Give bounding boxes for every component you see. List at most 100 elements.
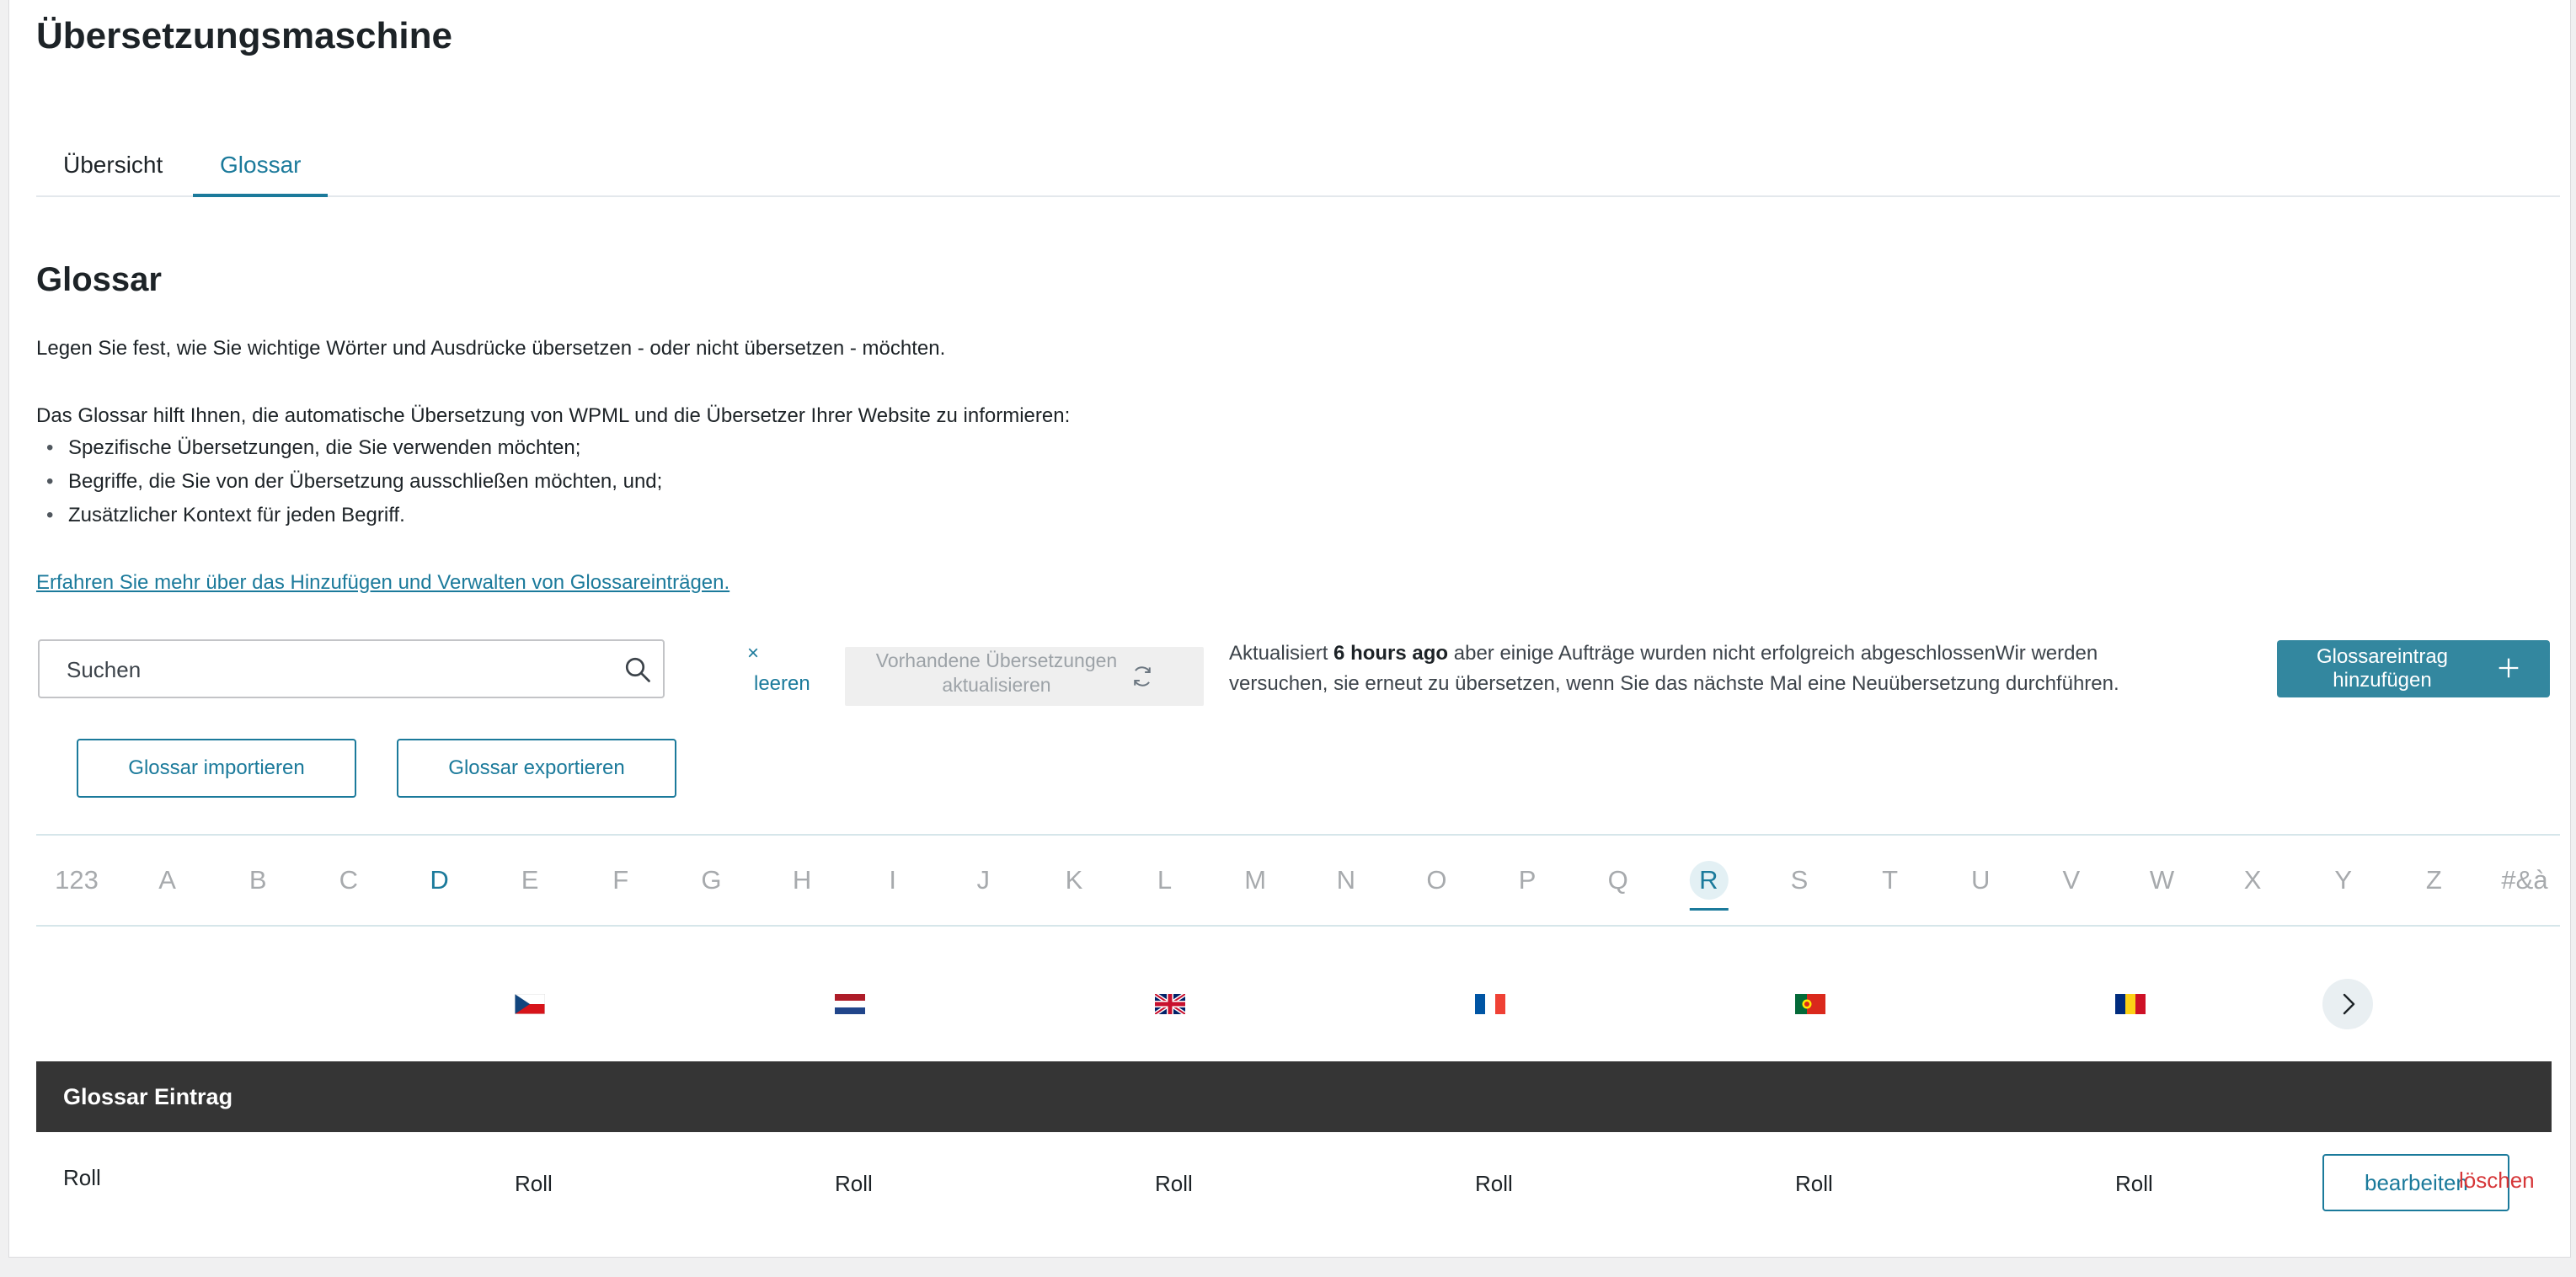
refresh-translations-label: Vorhandene Übersetzungen aktualisieren bbox=[875, 649, 1118, 696]
czech-flag-icon bbox=[515, 994, 545, 1014]
alphabet-letter-q[interactable]: Q bbox=[1608, 836, 1628, 925]
alphabet-letter-label: P bbox=[1518, 865, 1537, 895]
alphabet-letter-u[interactable]: U bbox=[1971, 836, 1990, 925]
alphabet-letter-a[interactable]: A bbox=[158, 836, 176, 925]
french-flag-icon bbox=[1475, 994, 1505, 1014]
portuguese-flag-icon bbox=[1795, 994, 1825, 1014]
alphabet-letter-j[interactable]: J bbox=[977, 836, 991, 925]
dutch-flag-icon bbox=[835, 994, 865, 1014]
alphabet-letter-s[interactable]: S bbox=[1791, 836, 1809, 925]
clear-search-button[interactable]: leeren bbox=[754, 672, 810, 696]
search-field bbox=[38, 639, 665, 698]
alphabet-letter-c[interactable]: C bbox=[339, 836, 358, 925]
alphabet-letter-y[interactable]: Y bbox=[2334, 836, 2352, 925]
alphabet-letter-label: R bbox=[1699, 865, 1718, 895]
translation-cell-fr: Roll bbox=[1475, 1171, 1513, 1196]
page-title: Übersetzungsmaschine bbox=[36, 15, 452, 56]
alphabet-letter-h[interactable]: H bbox=[793, 836, 811, 925]
export-glossary-button[interactable]: Glossar exportieren bbox=[397, 739, 676, 798]
alphabet-letter-label: W bbox=[2149, 865, 2175, 895]
glossary-entry-term: Roll bbox=[63, 1165, 101, 1190]
close-icon[interactable]: × bbox=[747, 642, 759, 665]
alphabet-letter-w[interactable]: W bbox=[2150, 836, 2174, 925]
refresh-icon bbox=[1134, 666, 1151, 687]
plus-icon bbox=[2499, 658, 2519, 678]
alphabet-letter-g[interactable]: G bbox=[701, 836, 721, 925]
alphabet-letter-k[interactable]: K bbox=[1066, 836, 1083, 925]
translation-cell-nl: Roll bbox=[835, 1171, 873, 1196]
alphabet-letter-d[interactable]: D bbox=[430, 836, 448, 925]
alphabet-letter-e[interactable]: E bbox=[521, 836, 539, 925]
alphabet-letter-label: I bbox=[889, 865, 896, 895]
table-header: Glossar Eintrag bbox=[36, 1061, 2552, 1132]
alphabet-letter-l[interactable]: L bbox=[1157, 836, 1172, 925]
alphabet-letter-label: B bbox=[249, 865, 267, 895]
alphabet-letter-t[interactable]: T bbox=[1882, 836, 1898, 925]
alphabet-letter-o[interactable]: O bbox=[1426, 836, 1446, 925]
alphabet-letter-label: #&à bbox=[2501, 865, 2548, 895]
alphabet-letter-r[interactable]: R bbox=[1689, 836, 1729, 925]
search-icon[interactable] bbox=[623, 655, 653, 685]
alphabet-filter: 123 A B C D E F G H I J K L M N O P Q R S T U V W X Y Z #&à bbox=[36, 834, 2560, 927]
alphabet-letter-label: E bbox=[521, 865, 539, 895]
alphabet-letter-other[interactable]: #&à bbox=[2501, 836, 2547, 925]
alphabet-letter-label: H bbox=[792, 865, 812, 895]
alphabet-letter-label: N bbox=[1336, 865, 1356, 895]
alphabet-letter-label: O bbox=[1426, 865, 1447, 895]
tab-overview[interactable]: Übersicht bbox=[36, 126, 190, 195]
list-item: Zusätzlicher Kontext für jeden Begriff. bbox=[43, 499, 662, 532]
alphabet-letter-label: S bbox=[1790, 865, 1809, 895]
glossary-intro: Legen Sie fest, wie Sie wichtige Wörter … bbox=[36, 337, 946, 360]
alphabet-letter-b[interactable]: B bbox=[249, 836, 267, 925]
alphabet-letter-label: U bbox=[1971, 865, 1991, 895]
alphabet-letter-label: M bbox=[1244, 865, 1267, 895]
main-panel: Übersetzungsmaschine Übersicht Glossar G… bbox=[8, 0, 2571, 1258]
chevron-right-icon bbox=[2343, 993, 2355, 1015]
alphabet-letter-label: X bbox=[2243, 865, 2262, 895]
alphabet-letter-label: A bbox=[158, 865, 176, 895]
list-item: Spezifische Übersetzungen, die Sie verwe… bbox=[43, 431, 662, 465]
alphabet-letter-label: K bbox=[1065, 865, 1083, 895]
alphabet-letter-label: L bbox=[1157, 865, 1173, 895]
alphabet-letter-label: T bbox=[1882, 865, 1899, 895]
alphabet-letter-label: 123 bbox=[55, 865, 99, 895]
alphabet-letter-label: Q bbox=[1607, 865, 1628, 895]
alphabet-letter-label: F bbox=[612, 865, 629, 895]
alphabet-letter-f[interactable]: F bbox=[612, 836, 628, 925]
alphabet-letter-label: C bbox=[339, 865, 359, 895]
alphabet-letter-123[interactable]: 123 bbox=[55, 836, 99, 925]
alphabet-letter-label: Y bbox=[2334, 865, 2353, 895]
tab-glossary[interactable]: Glossar bbox=[193, 126, 329, 197]
alphabet-letter-n[interactable]: N bbox=[1337, 836, 1355, 925]
alphabet-letter-label: V bbox=[2062, 865, 2081, 895]
glossary-heading: Glossar bbox=[36, 261, 162, 298]
refresh-translations-button[interactable]: Vorhandene Übersetzungen aktualisieren bbox=[845, 647, 1204, 706]
alphabet-letter-label: J bbox=[976, 865, 991, 895]
alphabet-letter-m[interactable]: M bbox=[1244, 836, 1266, 925]
learn-more-link[interactable]: Erfahren Sie mehr über das Hinzufügen un… bbox=[36, 571, 730, 595]
alphabet-letter-z[interactable]: Z bbox=[2426, 836, 2442, 925]
translation-cell-ro: Roll bbox=[2115, 1171, 2153, 1196]
import-glossary-button[interactable]: Glossar importieren bbox=[77, 739, 356, 798]
update-status-message: Aktualisiert 6 hours ago aber einige Auf… bbox=[1229, 638, 2139, 699]
alphabet-letter-v[interactable]: V bbox=[2063, 836, 2081, 925]
active-letter-underline bbox=[1689, 908, 1729, 911]
glossary-help-intro: Das Glossar hilft Ihnen, die automatisch… bbox=[36, 404, 1071, 427]
search-input[interactable] bbox=[65, 656, 591, 684]
uk-flag-icon bbox=[1155, 994, 1185, 1014]
alphabet-letter-p[interactable]: P bbox=[1519, 836, 1537, 925]
alphabet-letter-label: Z bbox=[2425, 865, 2442, 895]
translation-cell-en: Roll bbox=[1155, 1171, 1193, 1196]
romanian-flag-icon bbox=[2115, 994, 2146, 1014]
next-languages-button[interactable] bbox=[2322, 979, 2373, 1029]
add-glossary-entry-button[interactable]: Glossareintrag hinzufügen bbox=[2277, 640, 2550, 697]
delete-entry-button[interactable]: löschen bbox=[2459, 1167, 2535, 1194]
tab-bar: Übersicht Glossar bbox=[36, 126, 2560, 197]
alphabet-letter-i[interactable]: I bbox=[889, 836, 896, 925]
translation-cell-cs: Roll bbox=[515, 1171, 553, 1196]
add-glossary-entry-label: Glossareintrag hinzufügen bbox=[2316, 645, 2449, 692]
alphabet-letter-x[interactable]: X bbox=[2244, 836, 2262, 925]
list-item: Begriffe, die Sie von der Übersetzung au… bbox=[43, 465, 662, 499]
status-time: 6 hours ago bbox=[1333, 642, 1449, 665]
status-prefix: Aktualisiert bbox=[1229, 642, 1334, 665]
